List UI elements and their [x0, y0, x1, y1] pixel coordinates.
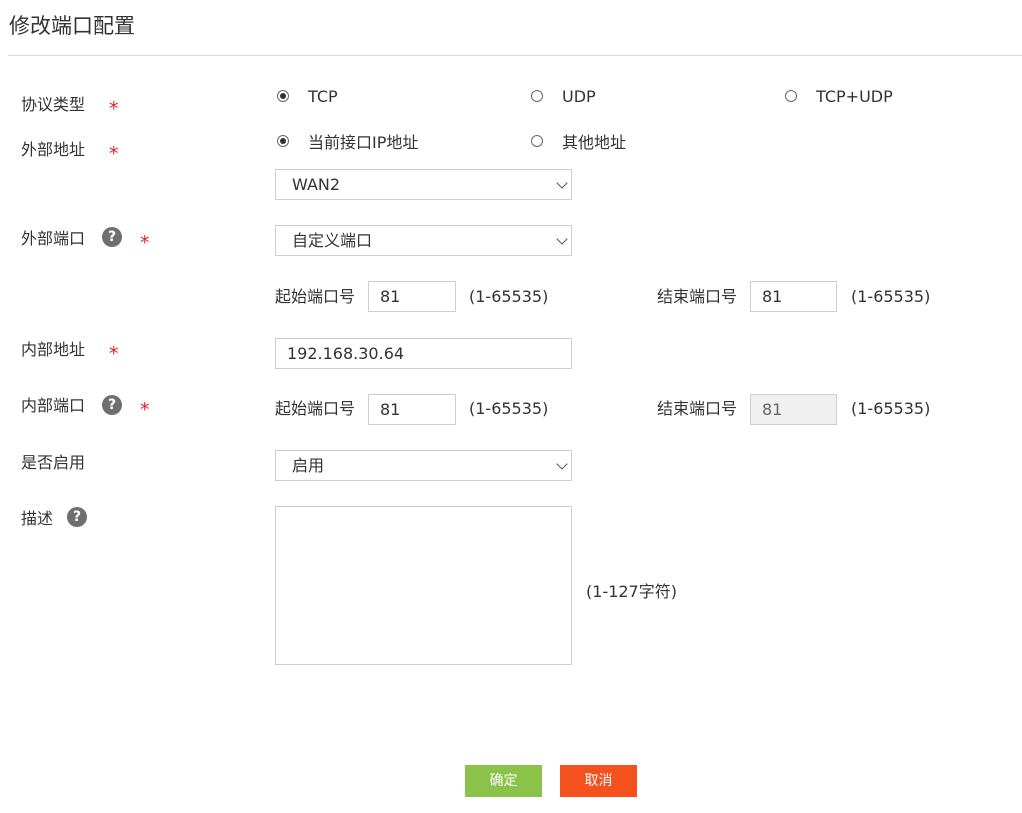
chevron-down-icon	[556, 458, 568, 470]
radio-checked-icon	[277, 90, 289, 102]
external-port-mode-value: 自定义端口	[292, 231, 373, 250]
internal-address-input[interactable]: 192.168.30.64	[275, 338, 572, 369]
internal-port-label: 内部端口	[21, 396, 86, 415]
cancel-button[interactable]: 取消	[560, 765, 637, 797]
chevron-down-icon	[556, 233, 568, 245]
interface-select-value: WAN2	[292, 175, 341, 194]
protocol-radio-udp[interactable]: UDP	[531, 85, 596, 107]
external-port-required-mark: *	[140, 232, 150, 254]
internal-port-required-mark: *	[140, 399, 150, 421]
internal-end-port-range: (1-65535)	[851, 399, 931, 418]
internal-start-port-range: (1-65535)	[469, 399, 549, 418]
help-icon[interactable]: ?	[67, 507, 87, 527]
protocol-radio-udp-label: UDP	[562, 86, 596, 106]
radio-unchecked-icon	[531, 135, 543, 147]
external-address-required-mark: *	[109, 143, 119, 165]
external-address-radio-current-ip-label: 当前接口IP地址	[308, 133, 419, 152]
help-icon[interactable]: ?	[102, 395, 122, 415]
external-start-port-label: 起始端口号	[275, 287, 356, 306]
external-port-mode-select[interactable]: 自定义端口	[275, 225, 572, 256]
external-start-port-input[interactable]: 81	[368, 281, 456, 312]
description-range: (1-127字符)	[586, 582, 677, 601]
internal-start-port-input[interactable]: 81	[368, 394, 456, 425]
help-icon[interactable]: ?	[102, 227, 122, 247]
enable-select[interactable]: 启用	[275, 450, 572, 481]
external-end-port-input[interactable]: 81	[750, 281, 837, 312]
ok-button[interactable]: 确定	[465, 765, 542, 797]
enable-label: 是否启用	[21, 453, 86, 472]
protocol-radio-tcp-udp[interactable]: TCP+UDP	[785, 85, 893, 107]
external-address-radio-other-label: 其他地址	[562, 133, 627, 152]
internal-address-required-mark: *	[109, 343, 119, 365]
external-start-port-range: (1-65535)	[469, 287, 549, 306]
chevron-down-icon	[556, 177, 568, 189]
external-address-radio-other[interactable]: 其他地址	[531, 130, 626, 152]
enable-select-value: 启用	[292, 456, 325, 475]
description-textarea[interactable]	[275, 506, 572, 665]
external-address-label: 外部地址	[21, 140, 86, 159]
description-label: 描述	[21, 509, 54, 528]
protocol-required-mark: *	[109, 98, 119, 120]
protocol-radio-tcp-label: TCP	[308, 86, 338, 106]
external-end-port-label: 结束端口号	[657, 287, 738, 306]
internal-end-port-input: 81	[750, 394, 837, 425]
radio-unchecked-icon	[785, 90, 797, 102]
internal-end-port-label: 结束端口号	[657, 399, 738, 418]
interface-select[interactable]: WAN2	[275, 169, 572, 200]
page-title: 修改端口配置	[9, 14, 135, 38]
internal-start-port-label: 起始端口号	[275, 399, 356, 418]
external-address-radio-current-ip[interactable]: 当前接口IP地址	[277, 130, 418, 152]
title-divider	[8, 55, 1022, 56]
external-port-label: 外部端口	[21, 229, 86, 248]
radio-unchecked-icon	[531, 90, 543, 102]
external-end-port-range: (1-65535)	[851, 287, 931, 306]
radio-checked-icon	[277, 135, 289, 147]
protocol-label: 协议类型	[21, 95, 86, 114]
internal-address-label: 内部地址	[21, 340, 86, 359]
protocol-radio-tcp[interactable]: TCP	[277, 85, 338, 107]
protocol-radio-tcp-udp-label: TCP+UDP	[816, 86, 893, 106]
